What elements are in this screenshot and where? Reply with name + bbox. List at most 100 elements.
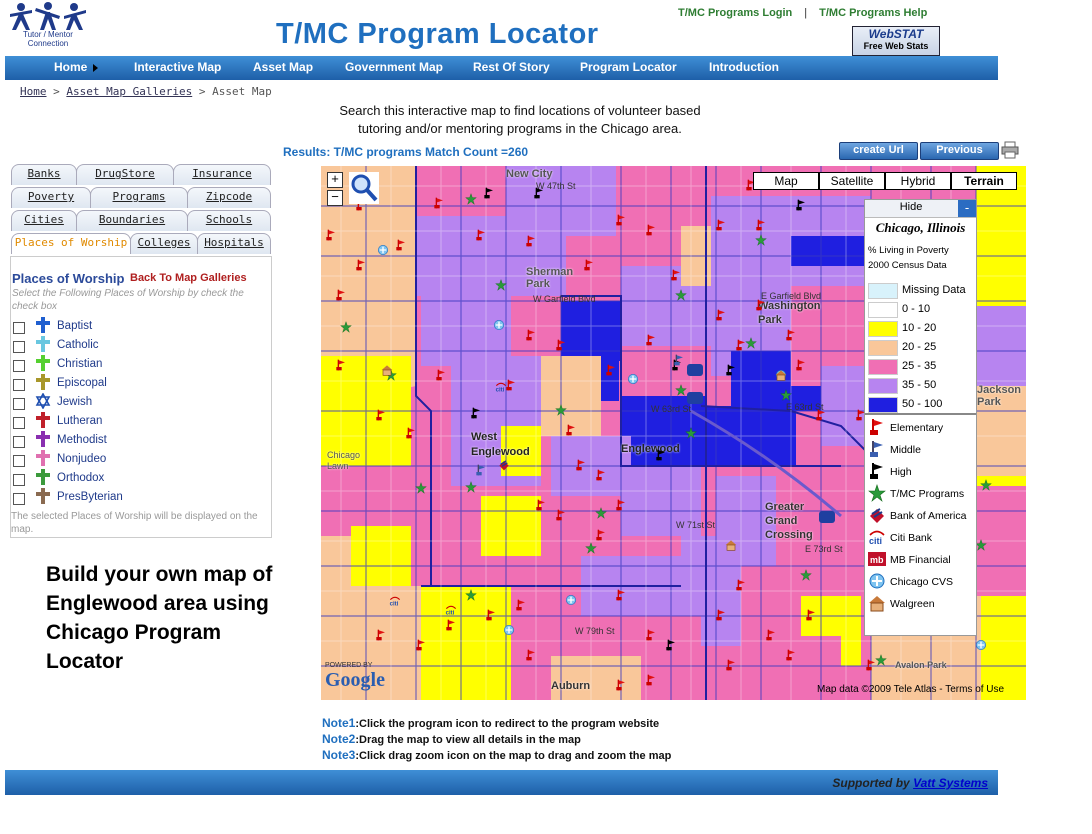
red-flag-icon[interactable] <box>525 648 537 661</box>
green-star-icon[interactable] <box>675 383 687 396</box>
green-star-icon[interactable] <box>875 653 887 666</box>
blue-flag-icon[interactable] <box>475 463 487 476</box>
cvs-icon[interactable] <box>627 372 639 384</box>
red-flag-icon[interactable] <box>405 426 417 439</box>
red-flag-icon[interactable] <box>555 508 567 521</box>
breadcrumb-asset-map-galleries[interactable]: Asset Map Galleries <box>66 85 192 98</box>
tab-places-of-worship[interactable]: Places of Worship <box>11 233 131 254</box>
worship-checkbox[interactable] <box>13 398 25 410</box>
green-star-icon[interactable] <box>495 278 507 291</box>
map-type-satellite[interactable]: Satellite <box>819 172 885 190</box>
black-flag-icon[interactable] <box>725 363 737 376</box>
worship-checkbox[interactable] <box>13 455 25 467</box>
programs-help-link[interactable]: T/MC Programs Help <box>819 7 927 19</box>
red-flag-icon[interactable] <box>715 218 727 231</box>
cvs-icon[interactable] <box>377 243 389 255</box>
red-flag-icon[interactable] <box>765 628 777 641</box>
green-star-icon[interactable] <box>595 506 607 519</box>
worship-checkbox[interactable] <box>13 417 25 429</box>
red-flag-icon[interactable] <box>415 638 427 651</box>
black-flag-icon[interactable] <box>533 186 545 199</box>
programs-login-link[interactable]: T/MC Programs Login <box>678 7 792 19</box>
red-flag-icon[interactable] <box>375 408 387 421</box>
black-flag-icon[interactable] <box>655 448 667 461</box>
print-icon[interactable] <box>1001 141 1019 159</box>
nav-home[interactable]: Home <box>54 60 87 74</box>
red-flag-icon[interactable] <box>605 363 617 376</box>
citibank-icon[interactable]: citi <box>495 380 507 394</box>
back-to-map-galleries-link[interactable]: Back To Map Galleries <box>130 272 247 284</box>
nav-government-map[interactable]: Government Map <box>345 60 443 74</box>
red-flag-icon[interactable] <box>615 213 627 226</box>
blue-flag-icon[interactable] <box>673 353 685 366</box>
cvs-icon[interactable] <box>503 623 515 635</box>
map-canvas[interactable]: New City Sherman Park Washington Park We… <box>321 166 1026 700</box>
nav-asset-map[interactable]: Asset Map <box>253 60 313 74</box>
citibank-icon[interactable]: citi <box>445 603 457 617</box>
green-star-icon[interactable] <box>800 568 812 581</box>
red-flag-icon[interactable] <box>525 328 537 341</box>
drag-zoom-icon[interactable] <box>349 172 379 204</box>
green-star-icon[interactable] <box>780 388 792 401</box>
red-flag-icon[interactable] <box>595 528 607 541</box>
tab-boundaries[interactable]: Boundaries <box>76 210 188 231</box>
green-star-icon[interactable] <box>685 426 697 439</box>
red-flag-icon[interactable] <box>433 196 445 209</box>
red-flag-icon[interactable] <box>645 223 657 236</box>
map-copyright[interactable]: Map data ©2009 Tele Atlas - Terms of Use <box>817 684 1004 695</box>
red-flag-icon[interactable] <box>335 358 347 371</box>
worship-checkbox[interactable] <box>13 474 25 486</box>
green-star-icon[interactable] <box>585 541 597 554</box>
legend-hide-bar[interactable]: Hide - <box>865 200 976 218</box>
walgreen-icon[interactable] <box>775 368 787 381</box>
green-star-icon[interactable] <box>340 320 352 333</box>
red-flag-icon[interactable] <box>615 678 627 691</box>
worship-checkbox[interactable] <box>13 436 25 448</box>
red-flag-icon[interactable] <box>435 368 447 381</box>
red-flag-icon[interactable] <box>785 328 797 341</box>
red-flag-icon[interactable] <box>645 628 657 641</box>
map-type-hybrid[interactable]: Hybrid <box>885 172 951 190</box>
red-flag-icon[interactable] <box>805 608 817 621</box>
red-flag-icon[interactable] <box>645 673 657 686</box>
breadcrumb-home[interactable]: Home <box>20 85 47 98</box>
red-flag-icon[interactable] <box>735 578 747 591</box>
walgreen-icon[interactable] <box>725 538 737 551</box>
red-flag-icon[interactable] <box>815 408 827 421</box>
green-star-icon[interactable] <box>755 233 767 246</box>
red-flag-icon[interactable] <box>325 228 337 241</box>
map-type-terrain[interactable]: Terrain <box>951 172 1017 190</box>
red-flag-icon[interactable] <box>715 308 727 321</box>
cvs-icon[interactable] <box>565 593 577 605</box>
green-star-icon[interactable] <box>465 480 477 493</box>
red-flag-icon[interactable] <box>785 648 797 661</box>
red-flag-icon[interactable] <box>615 498 627 511</box>
google-logo[interactable]: POWERED BY Google <box>325 662 389 696</box>
tab-schools[interactable]: Schools <box>187 210 271 231</box>
tab-programs[interactable]: Programs <box>90 187 188 208</box>
legend-minimize-button[interactable]: - <box>958 200 976 217</box>
green-star-icon[interactable] <box>465 192 477 205</box>
red-flag-icon[interactable] <box>795 358 807 371</box>
red-flag-icon[interactable] <box>375 628 387 641</box>
black-flag-icon[interactable] <box>665 638 677 651</box>
tab-banks[interactable]: Banks <box>11 164 77 185</box>
worship-checkbox[interactable] <box>13 493 25 505</box>
red-flag-icon[interactable] <box>595 468 607 481</box>
tab-drugstore[interactable]: DrugStore <box>76 164 174 185</box>
tab-insurance[interactable]: Insurance <box>173 164 271 185</box>
worship-checkbox[interactable] <box>13 341 25 353</box>
red-flag-icon[interactable] <box>670 268 682 281</box>
vatt-systems-link[interactable]: Vatt Systems <box>913 776 988 790</box>
green-star-icon[interactable] <box>745 336 757 349</box>
red-flag-icon[interactable] <box>715 608 727 621</box>
red-flag-icon[interactable] <box>515 598 527 611</box>
red-flag-icon[interactable] <box>615 588 627 601</box>
nav-introduction[interactable]: Introduction <box>709 60 779 74</box>
red-flag-icon[interactable] <box>555 338 567 351</box>
tab-zipcode[interactable]: Zipcode <box>187 187 271 208</box>
cvs-icon[interactable] <box>493 318 505 330</box>
green-star-icon[interactable] <box>980 478 992 491</box>
red-flag-icon[interactable] <box>755 218 767 231</box>
webstat-badge[interactable]: WebSTAT Free Web Stats <box>852 26 940 56</box>
